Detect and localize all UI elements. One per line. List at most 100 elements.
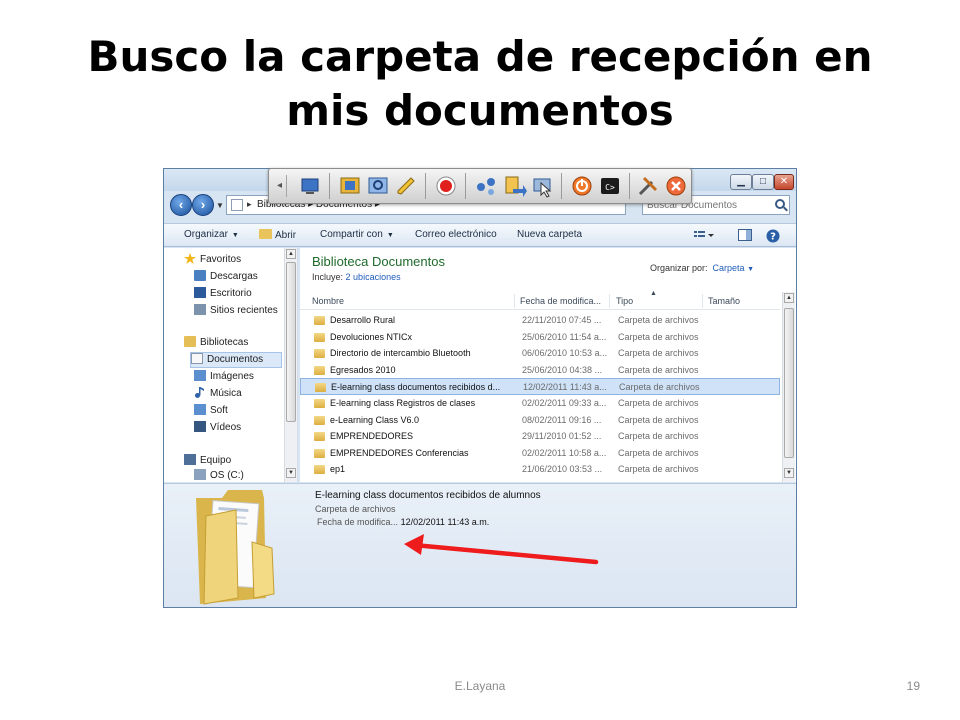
email-button[interactable]: Correo electrónico [415,229,497,240]
table-row[interactable]: Directorio de intercambio Bluetooth 06/06… [300,345,780,362]
screen-capture-icon[interactable] [297,173,323,199]
folder-icon [314,332,325,342]
table-row[interactable]: EMPRENDEDORES Conferencias 02/02/2011 10:… [300,445,780,462]
column-size[interactable]: Tamaño [708,296,740,306]
recent-pages-dropdown[interactable]: ▼ [216,201,224,210]
scroll-up-arrow[interactable]: ▲ [286,249,296,259]
page-number: 19 [906,679,920,693]
share-button[interactable]: Compartir con ▼ [320,229,394,240]
table-row[interactable]: ep1 21/06/2010 03:53 ... Carpeta de archiv… [300,461,780,478]
search-icon[interactable] [775,199,785,209]
content-scroll-thumb[interactable] [784,308,794,458]
table-row[interactable]: Egresados 2010 25/06/2010 04:38 ... Carpet… [300,362,780,379]
details-date: Fecha de modifica... 12/02/2011 11:43 a.… [317,517,490,527]
folder-icon [314,415,325,425]
chevron-right-icon[interactable]: ▸ [247,199,252,210]
minimize-button[interactable]: ▁ [730,174,752,190]
back-button[interactable]: ‹ [170,194,192,216]
nav-images[interactable]: Imágenes [194,370,254,386]
exit-icon[interactable] [663,173,689,199]
nav-downloads[interactable]: Descargas [194,270,258,286]
organize-button[interactable]: Organizar ▼ [184,229,239,240]
column-date[interactable]: Fecha de modifica... [520,296,601,306]
column-divider[interactable] [609,294,610,308]
toolbar-divider [465,173,466,199]
scroll-down-arrow[interactable]: ▼ [286,468,296,478]
footer-author: E.Layana [454,679,506,693]
music-note-icon [194,387,206,398]
tools-icon[interactable] [635,173,661,199]
table-row-selected[interactable]: E-learning class documentos recibidos d.… [300,378,780,395]
toolbar-divider [425,173,426,199]
new-folder-button[interactable]: Nueva carpeta [517,229,582,240]
table-row[interactable]: e-Learning Class V6.0 08/02/2011 09:16 ..… [300,412,780,429]
column-divider[interactable] [514,294,515,308]
folder-icon [315,383,326,393]
folder-icon [314,365,325,375]
network-icon[interactable] [473,173,499,199]
folder-icon [314,465,325,475]
nav-recent[interactable]: Sitios recientes [194,304,278,320]
toolbar-grip-handle[interactable]: ◂ [273,175,287,197]
help-icon[interactable]: ? [766,229,780,243]
library-includes: Incluye: 2 ubicaciones [312,272,401,282]
table-row[interactable]: Desarrollo Rural 22/11/2010 07:45 ... Carp… [300,312,780,329]
preview-pane-icon[interactable] [738,229,752,242]
desktop-icon [194,287,206,298]
folder-icon [314,349,325,359]
nav-scroll-thumb[interactable] [286,262,296,422]
nav-desktop[interactable]: Escritorio [194,287,252,303]
column-name[interactable]: Nombre [312,296,344,306]
soft-library-icon [194,404,206,415]
libraries-icon [184,336,196,347]
nav-scrollbar[interactable]: ▲ ▼ [284,248,297,482]
nav-favorites[interactable]: Favoritos [184,253,241,269]
open-button[interactable]: Abrir [259,229,296,241]
details-name: E-learning class documentos recibidos de… [315,490,541,501]
content-scrollbar[interactable]: ▲ ▼ [782,292,795,482]
slide-title: Busco la carpeta de recepción en mis doc… [87,32,873,135]
table-row[interactable]: Devoluciones NTICx 25/06/2010 11:54 a... C… [300,329,780,346]
column-type[interactable]: Tipo [616,296,633,306]
pencil-icon[interactable] [393,173,419,199]
computer-icon [184,454,196,465]
column-divider[interactable] [702,294,703,308]
scroll-up-arrow[interactable]: ▲ [784,293,794,303]
table-row[interactable]: E-learning class Registros de clases 02/0… [300,395,780,412]
nav-documents[interactable]: Documentos [190,352,282,368]
folder-icon [314,398,325,408]
nav-libraries[interactable]: Bibliotecas [184,336,248,352]
nav-soft[interactable]: Soft [194,404,228,420]
column-header: Nombre Fecha de modifica... Tipo ▲ Tamañ… [300,290,780,310]
forward-button[interactable]: › [192,194,214,216]
star-icon [184,253,196,264]
nav-computer[interactable]: Equipo [184,454,231,470]
presentation-icon[interactable] [337,173,363,199]
documents-icon [191,353,203,364]
view-options-icon[interactable] [694,229,714,242]
close-button[interactable]: ✕ [774,174,794,190]
file-list: Desarrollo Rural 22/11/2010 07:45 ... Carp… [300,312,780,478]
table-row[interactable]: EMPRENDEDORES 29/11/2010 01:52 ... Carpeta… [300,428,780,445]
file-transfer-icon[interactable] [501,173,527,199]
scroll-down-arrow[interactable]: ▼ [784,468,794,478]
nav-music[interactable]: Música [194,387,242,403]
power-icon[interactable] [569,173,595,199]
downloads-folder-icon [194,270,206,281]
videos-icon [194,421,206,432]
remote-control-icon[interactable] [529,173,555,199]
recent-places-icon [194,304,206,315]
folder-icon [314,448,325,458]
folder-icon [314,316,325,325]
locations-link[interactable]: 2 ubicaciones [346,272,401,282]
toolbar-divider [629,173,630,199]
terminal-icon[interactable]: C> [597,173,623,199]
arrange-by-dropdown[interactable]: Carpeta [713,263,745,273]
broadcast-icon[interactable] [365,173,391,199]
minimize-icon: ▁ [737,176,745,187]
dropdown-arrow-icon[interactable]: ▼ [747,266,754,273]
nav-videos[interactable]: Vídeos [194,421,241,437]
maximize-button[interactable]: □ [752,174,774,190]
record-icon[interactable] [433,173,459,199]
content-pane: Biblioteca Documentos Incluye: 2 ubicaci… [300,248,796,482]
